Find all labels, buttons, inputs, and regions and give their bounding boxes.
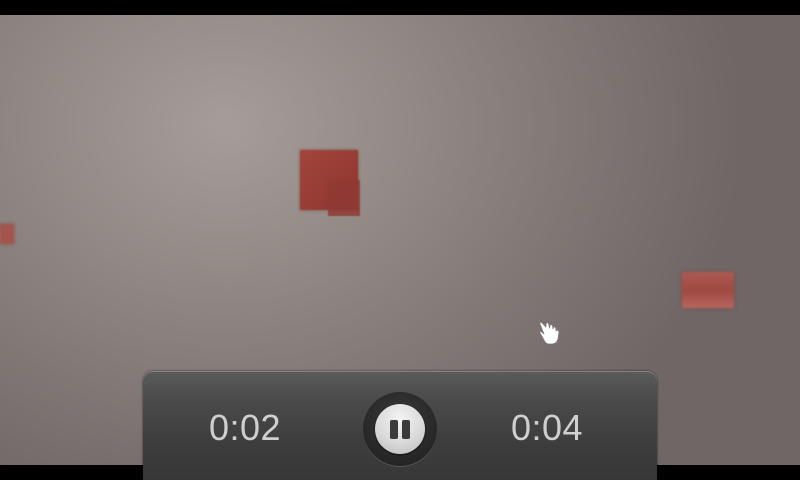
total-time: 0:04	[511, 407, 584, 448]
letterbox-top	[0, 0, 800, 15]
pause-bar-left	[390, 420, 398, 439]
pause-button[interactable]	[363, 392, 437, 466]
elapsed-time: 0:02	[209, 407, 282, 448]
red-cube-right	[682, 272, 734, 308]
pause-bar-right	[402, 420, 410, 439]
playback-control-panel: 0:02 0:04	[143, 371, 657, 480]
red-cube-left-edge	[0, 224, 14, 244]
pause-icon	[375, 404, 425, 454]
video-player-screen: 0:02 0:04	[0, 0, 800, 480]
hand-pointer-icon	[539, 321, 560, 345]
red-cube-center	[300, 150, 360, 216]
